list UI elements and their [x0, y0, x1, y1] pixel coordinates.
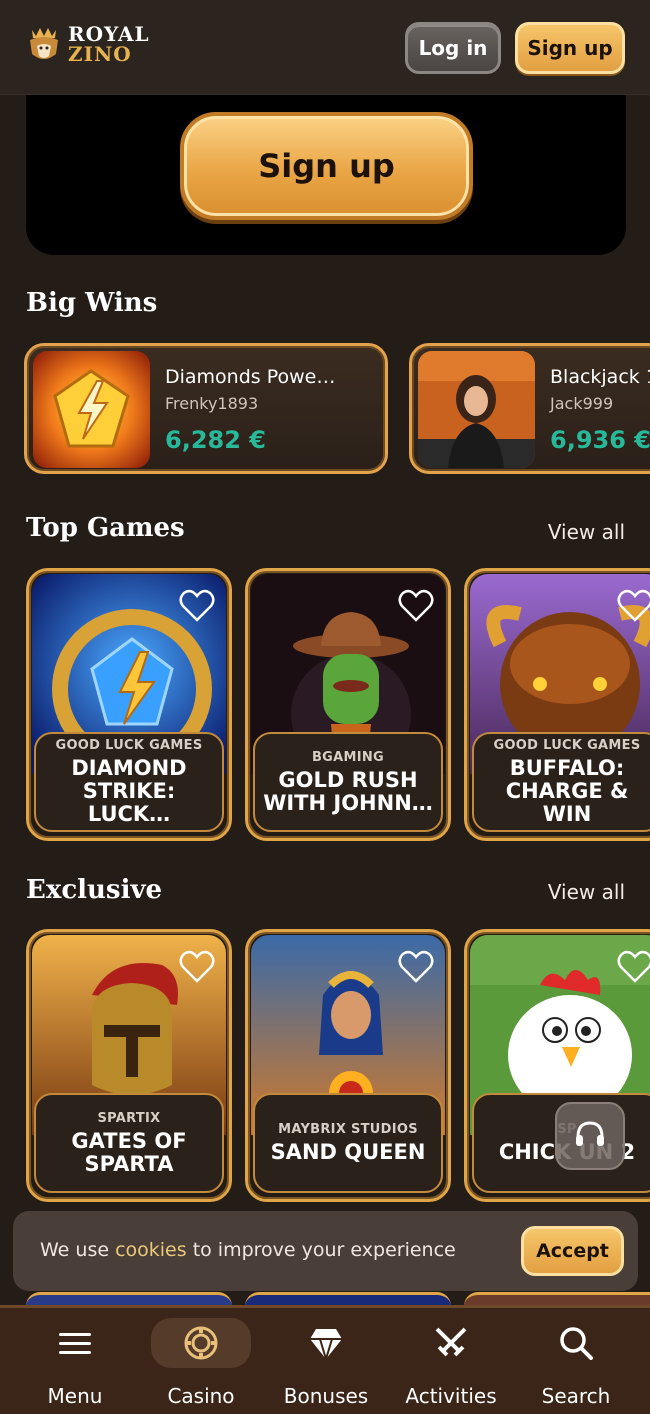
- search-icon: [526, 1318, 626, 1368]
- game-info-panel: MAYBRIX STUDIOS SAND QUEEN: [253, 1093, 443, 1193]
- exclusive-view-all-link[interactable]: View all: [548, 880, 625, 904]
- big-wins-title: Big Wins: [26, 288, 158, 318]
- top-games-view-all-link[interactable]: View all: [548, 520, 625, 544]
- nav-item-casino[interactable]: Casino: [146, 1318, 256, 1408]
- lion-logo-icon: [26, 24, 62, 64]
- logo-text-royal: ROYAL: [68, 22, 150, 46]
- cookie-message: We use cookies to improve your experienc…: [40, 1239, 456, 1261]
- diamond-icon: [276, 1318, 376, 1368]
- hero-signup-button[interactable]: Sign up: [180, 112, 473, 220]
- game-tile[interactable]: GOOD LUCK GAMES BUFFALO: CHARGE & WIN: [464, 568, 650, 841]
- game-provider: BGAMING: [311, 749, 385, 765]
- game-tile[interactable]: BGAMING GOLD RUSH WITH JOHNN…: [245, 568, 451, 841]
- game-info-panel: SPARTIX GATES OF SPARTA: [34, 1093, 224, 1193]
- big-win-card[interactable]: Diamonds Powe… Frenky1893 6,282 €: [24, 343, 388, 474]
- headset-icon: [574, 1119, 606, 1153]
- nav-label: Menu: [47, 1384, 103, 1408]
- game-thumbnail: [33, 351, 150, 468]
- favorite-heart-icon[interactable]: [179, 589, 215, 623]
- game-name: DIAMOND STRIKE: LUCK…: [71, 756, 187, 826]
- game-provider: GOOD LUCK GAMES: [493, 738, 641, 753]
- favorite-heart-icon[interactable]: [617, 589, 650, 623]
- game-info-panel: GOOD LUCK GAMES BUFFALO: CHARGE & WIN: [472, 732, 650, 832]
- game-name: GATES OF SPARTA: [71, 1128, 187, 1176]
- support-button[interactable]: [555, 1102, 625, 1170]
- nav-item-activities[interactable]: Activities: [396, 1318, 506, 1408]
- favorite-heart-icon[interactable]: [398, 589, 434, 623]
- favorite-heart-icon[interactable]: [398, 950, 434, 984]
- game-provider: GOOD LUCK GAMES: [55, 738, 203, 753]
- win-username: Frenky1893: [165, 394, 259, 413]
- win-game-name: Diamonds Powe…: [165, 366, 336, 388]
- win-amount: 6,936 €: [550, 426, 650, 454]
- bottom-navigation: Menu Casino Bonuses Activities Search: [0, 1305, 650, 1414]
- big-win-card[interactable]: Blackjack 1 Jack999 6,936 €: [409, 343, 650, 474]
- game-provider: SPARTIX: [97, 1110, 161, 1126]
- win-amount: 6,282 €: [165, 426, 266, 454]
- login-button[interactable]: Log in: [405, 22, 501, 74]
- favorite-heart-icon[interactable]: [179, 950, 215, 984]
- cookie-text-before: We use: [40, 1239, 116, 1261]
- crossed-swords-icon: [401, 1318, 501, 1368]
- nav-label: Search: [541, 1384, 611, 1408]
- nav-item-bonuses[interactable]: Bonuses: [271, 1318, 381, 1408]
- game-tile[interactable]: SPARTIX GATES OF SPARTA: [26, 929, 232, 1202]
- top-header: ROYAL ZINO Log in Sign up: [0, 0, 650, 95]
- win-game-name: Blackjack 1: [550, 366, 650, 388]
- nav-item-search[interactable]: Search: [521, 1318, 631, 1408]
- game-name: SAND QUEEN: [270, 1140, 426, 1164]
- game-tile-partial: [26, 1292, 232, 1306]
- game-tile[interactable]: GOOD LUCK GAMES DIAMOND STRIKE: LUCK…: [26, 568, 232, 841]
- cookies-link[interactable]: cookies: [115, 1239, 187, 1261]
- accept-cookies-button[interactable]: Accept: [521, 1226, 624, 1276]
- nav-label: Bonuses: [283, 1384, 369, 1408]
- game-tile-partial: [245, 1292, 451, 1306]
- nav-label: Casino: [167, 1384, 235, 1408]
- cookie-banner: We use cookies to improve your experienc…: [13, 1211, 638, 1291]
- win-username: Jack999: [550, 394, 614, 413]
- favorite-heart-icon[interactable]: [617, 950, 650, 984]
- game-tile-partial: [464, 1292, 650, 1306]
- game-name: BUFFALO: CHARGE & WIN: [505, 756, 629, 826]
- game-tile[interactable]: MAYBRIX STUDIOS SAND QUEEN: [245, 929, 451, 1202]
- logo-text-zino: ZINO: [68, 42, 132, 66]
- signup-button-header[interactable]: Sign up: [515, 22, 625, 74]
- game-name: GOLD RUSH WITH JOHNN…: [263, 767, 433, 815]
- logo[interactable]: ROYAL ZINO: [26, 24, 150, 64]
- nav-item-menu[interactable]: Menu: [20, 1318, 130, 1408]
- game-info-panel: GOOD LUCK GAMES DIAMOND STRIKE: LUCK…: [34, 732, 224, 832]
- game-thumbnail: [418, 351, 535, 468]
- cookie-text-after: to improve your experience: [186, 1239, 456, 1261]
- nav-label: Activities: [405, 1384, 497, 1408]
- menu-icon: [25, 1318, 125, 1368]
- casino-chip-icon: [151, 1318, 251, 1368]
- game-provider: MAYBRIX STUDIOS: [278, 1122, 418, 1137]
- exclusive-title: Exclusive: [26, 875, 163, 905]
- top-games-title: Top Games: [26, 513, 185, 543]
- game-info-panel: BGAMING GOLD RUSH WITH JOHNN…: [253, 732, 443, 832]
